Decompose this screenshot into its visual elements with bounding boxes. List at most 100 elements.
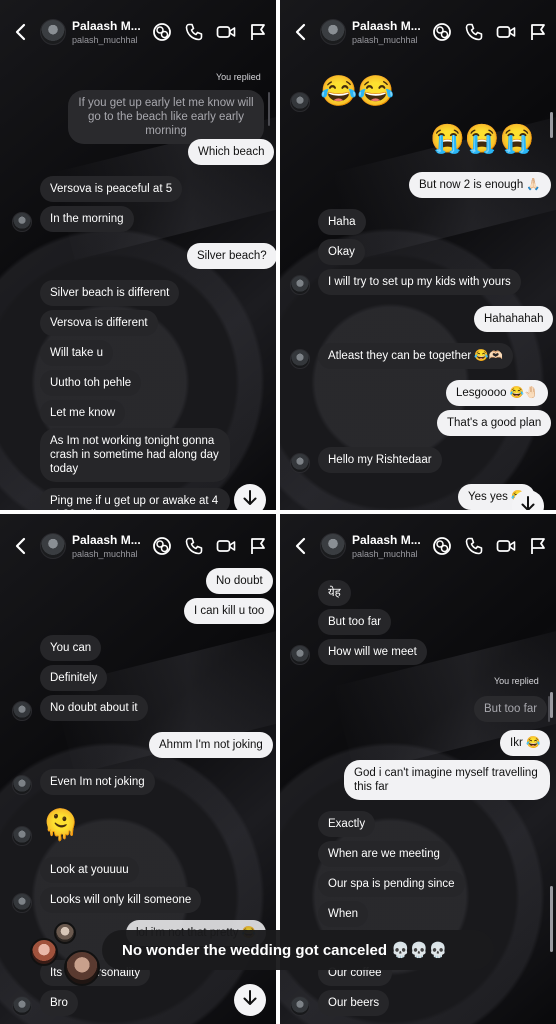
phone-icon[interactable] — [464, 536, 484, 556]
message-incoming[interactable]: But too far — [318, 609, 392, 635]
message-incoming[interactable]: येह — [318, 580, 351, 606]
contact-name[interactable]: Palaash M... — [72, 533, 146, 547]
flag-icon[interactable] — [528, 536, 548, 556]
message-outgoing[interactable]: Ahmm I'm not joking — [149, 732, 273, 758]
message-incoming[interactable]: How will we meet — [318, 639, 427, 665]
emoji-message[interactable]: 🫠 — [42, 810, 79, 842]
avatar — [290, 275, 310, 295]
replied-label: You replied — [494, 676, 539, 686]
flag-icon[interactable] — [248, 536, 268, 556]
contact-name[interactable]: Palaash M... — [352, 533, 426, 547]
reply-quote[interactable]: If you get up early let me know will go … — [68, 90, 264, 144]
chat-header: Palaash M... palash_muchhal — [280, 514, 556, 578]
message-incoming[interactable]: Let me know — [40, 400, 126, 426]
avatar — [12, 775, 32, 795]
video-icon[interactable] — [496, 22, 516, 42]
message-outgoing[interactable]: Hahahahah — [474, 306, 554, 332]
message-outgoing[interactable]: That's a good plan — [437, 410, 552, 436]
replied-label: You replied — [216, 72, 261, 82]
reply-quote[interactable]: But too far — [474, 696, 548, 722]
message-incoming[interactable]: Silver beach is different — [40, 280, 180, 306]
avatar — [54, 922, 76, 944]
avatar — [30, 938, 58, 966]
message-incoming[interactable]: In the morning — [40, 206, 134, 232]
flag-icon[interactable] — [248, 22, 268, 42]
caption-overlay: No wonder the wedding got canceled 💀💀💀 — [102, 930, 494, 970]
avatar[interactable] — [40, 19, 66, 45]
avatar — [12, 826, 32, 846]
chat-header: Palaash M... palash_muchhal — [0, 514, 276, 578]
message-outgoing[interactable]: Silver beach? — [187, 243, 276, 269]
contact-username: palash_muchhal — [352, 549, 418, 559]
avatar — [290, 453, 310, 473]
message-outgoing[interactable]: God i can't imagine myself travelling th… — [344, 760, 550, 800]
back-arrow-icon[interactable] — [294, 23, 312, 41]
chat-panel-2: Palaash M... palash_muchhal 😂😂 😭😭😭 But n… — [280, 0, 556, 510]
contact-username: palash_muchhal — [72, 35, 138, 45]
avatar — [64, 950, 100, 986]
avatar — [12, 996, 32, 1016]
contact-name[interactable]: Palaash M... — [352, 19, 426, 33]
avatar — [12, 701, 32, 721]
message-outgoing[interactable]: I can kill u too — [184, 598, 275, 624]
effects-icon[interactable] — [432, 536, 452, 556]
message-incoming[interactable]: As Im not working tonight gonna crash in… — [40, 428, 230, 482]
back-arrow-icon[interactable] — [14, 537, 32, 555]
message-incoming[interactable]: Okay — [318, 239, 365, 265]
effects-icon[interactable] — [432, 22, 452, 42]
message-incoming[interactable]: Bro — [40, 990, 78, 1016]
contact-name[interactable]: Palaash M... — [72, 19, 146, 33]
chat-header: Palaash M... palash_muchhal — [280, 0, 556, 64]
contact-username: palash_muchhal — [352, 35, 418, 45]
message-outgoing[interactable]: Ikr 😂 — [500, 730, 551, 756]
message-incoming[interactable]: Uutho toh pehle — [40, 370, 142, 396]
avatar — [12, 893, 32, 913]
phone-icon[interactable] — [464, 22, 484, 42]
back-arrow-icon[interactable] — [294, 537, 312, 555]
phone-icon[interactable] — [184, 536, 204, 556]
message-incoming[interactable]: No doubt about it — [40, 695, 148, 721]
avatar[interactable] — [320, 533, 346, 559]
video-icon[interactable] — [496, 536, 516, 556]
message-outgoing[interactable]: But now 2 is enough 🙏🏻 — [409, 172, 551, 198]
message-outgoing[interactable]: Which beach — [188, 139, 275, 165]
phone-icon[interactable] — [184, 22, 204, 42]
message-incoming[interactable]: I will try to set up my kids with yours — [318, 269, 521, 295]
message-incoming[interactable]: Ping me if u get up or awake at 4 :4:30 … — [40, 488, 230, 510]
message-incoming[interactable]: Versova is peaceful at 5 — [40, 176, 183, 202]
message-incoming[interactable]: Even Im not joking — [40, 769, 155, 795]
back-arrow-icon[interactable] — [14, 23, 32, 41]
caption-text: No wonder the wedding got canceled 💀💀💀 — [122, 942, 448, 959]
message-incoming[interactable]: Haha — [318, 209, 366, 235]
avatar — [290, 92, 310, 112]
scroll-down-button[interactable] — [234, 484, 266, 510]
message-incoming[interactable]: Hello my Rishtedaar — [318, 447, 442, 473]
effects-icon[interactable] — [152, 22, 172, 42]
message-incoming[interactable]: Looks will only kill someone — [40, 887, 202, 913]
avatar[interactable] — [40, 533, 66, 559]
avatar — [290, 645, 310, 665]
avatar[interactable] — [320, 19, 346, 45]
video-icon[interactable] — [216, 22, 236, 42]
effects-icon[interactable] — [152, 536, 172, 556]
arrow-down-icon — [243, 489, 257, 511]
message-incoming[interactable]: Our spa is pending since — [318, 871, 465, 897]
message-incoming[interactable]: Versova is different — [40, 310, 158, 336]
video-icon[interactable] — [216, 536, 236, 556]
message-outgoing[interactable]: Lesgoooo 😂🤚🏻 — [446, 380, 549, 406]
contact-username: palash_muchhal — [72, 549, 138, 559]
message-incoming[interactable]: Will take u — [40, 340, 114, 366]
scroll-down-button[interactable] — [512, 490, 544, 510]
message-incoming[interactable]: Exactly — [318, 811, 376, 837]
message-incoming[interactable]: When — [318, 901, 369, 927]
message-incoming[interactable]: Look at youuuu — [40, 857, 139, 883]
message-incoming[interactable]: Our beers — [318, 990, 390, 1016]
message-incoming[interactable]: You can — [40, 635, 102, 661]
message-incoming[interactable]: Definitely — [40, 665, 108, 691]
message-incoming[interactable]: Atleast they can be together 😂🫶🏻 — [318, 343, 514, 369]
emoji-message[interactable]: 😂😂 — [320, 76, 395, 108]
scroll-down-button[interactable] — [234, 984, 266, 1016]
message-incoming[interactable]: When are we meeting — [318, 841, 450, 867]
flag-icon[interactable] — [528, 22, 548, 42]
emoji-message[interactable]: 😭😭😭 — [430, 124, 535, 154]
